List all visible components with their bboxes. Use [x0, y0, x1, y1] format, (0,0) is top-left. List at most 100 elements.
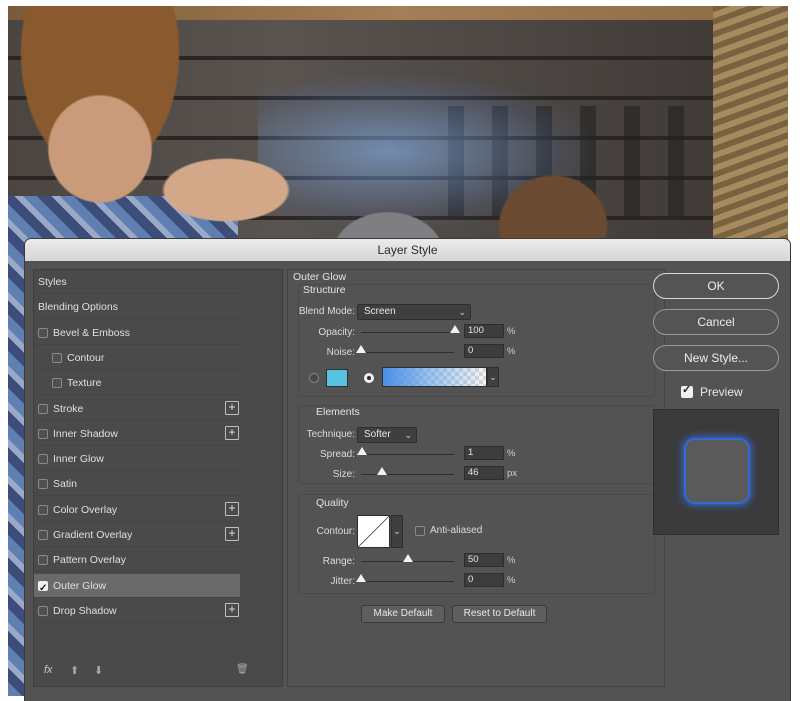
opacity-unit: % [507, 326, 516, 337]
contour-preview[interactable] [357, 515, 390, 548]
fx-icon[interactable]: fx [44, 664, 53, 676]
range-input[interactable]: 50 [464, 553, 504, 567]
styles-bottom-bar: fx ⬆ ⬇ 🗑 [34, 658, 282, 686]
gradient-radio[interactable] [364, 373, 374, 383]
chevron-down-icon[interactable]: ⌄ [391, 515, 403, 548]
preview-label: Preview [700, 385, 743, 399]
glow-color-swatch[interactable] [326, 369, 348, 387]
style-row-inner-glow[interactable]: Inner Glow [34, 447, 240, 472]
move-up-icon[interactable]: ⬆ [70, 664, 79, 677]
spread-slider-track[interactable] [361, 454, 454, 455]
spread-slider-thumb[interactable] [357, 447, 367, 455]
opacity-input[interactable]: 100 [464, 324, 504, 338]
dialog-title: Layer Style [25, 239, 790, 261]
solid-color-radio[interactable] [309, 373, 319, 383]
boy-hand [118, 136, 298, 226]
style-row-label: Inner Shadow [53, 427, 118, 440]
checkbox[interactable] [38, 555, 48, 566]
anti-aliased-checkbox[interactable] [415, 526, 425, 536]
style-row-satin[interactable]: Satin [34, 472, 240, 497]
preview-swatch [686, 440, 748, 502]
make-default-button[interactable]: Make Default [361, 605, 445, 623]
style-row-label: Contour [67, 351, 105, 364]
style-row-inner-shadow[interactable]: Inner Shadow + [34, 422, 240, 446]
noise-slider-thumb[interactable] [356, 345, 366, 353]
style-row-outer-glow[interactable]: Outer Glow [34, 573, 240, 601]
noise-slider-track[interactable] [361, 352, 454, 353]
checkbox[interactable] [38, 530, 48, 540]
noise-label: Noise: [326, 347, 355, 358]
checkbox[interactable] [38, 577, 48, 601]
chevron-down-icon: ⌄ [458, 307, 466, 317]
chevron-down-icon: ⌄ [404, 430, 412, 440]
jitter-slider-thumb[interactable] [356, 574, 366, 582]
checkbox[interactable] [38, 479, 48, 490]
trash-icon[interactable]: 🗑 [236, 664, 249, 675]
checkbox[interactable] [38, 327, 48, 338]
range-label: Range: [322, 556, 355, 567]
style-preview [653, 409, 779, 535]
add-effect-icon[interactable]: + [225, 602, 239, 617]
checkbox[interactable] [52, 378, 62, 389]
style-row-drop-shadow[interactable]: Drop Shadow + [34, 599, 240, 623]
style-row-label: Gradient Overlay [53, 529, 133, 541]
style-row-label: Texture [67, 377, 102, 390]
add-effect-icon[interactable]: + [225, 501, 239, 516]
add-effect-icon[interactable]: + [225, 400, 239, 415]
move-down-icon[interactable]: ⬇ [94, 664, 103, 677]
checkbox[interactable] [38, 403, 48, 414]
style-row-stroke[interactable]: Stroke + [34, 397, 240, 421]
styles-list: Styles Blending Options Bevel & Emboss Cont… [33, 269, 283, 687]
section-title: Outer Glow [293, 271, 347, 283]
opacity-slider-thumb[interactable] [450, 325, 460, 333]
new-style-button[interactable]: New Style... [653, 345, 779, 371]
style-row-contour[interactable]: Contour [34, 346, 240, 370]
size-slider-track[interactable] [361, 474, 454, 475]
outer-glow-panel: Outer Glow Structure Blend Mode: Screen … [287, 269, 665, 687]
range-slider-thumb[interactable] [403, 554, 413, 562]
blend-mode-select[interactable]: Screen ⌄ [357, 304, 471, 320]
spread-input[interactable]: 1 [464, 446, 504, 460]
checkbox[interactable] [52, 352, 62, 363]
checkbox[interactable] [38, 454, 48, 465]
technique-select[interactable]: Softer ⌄ [357, 427, 417, 443]
reset-to-default-button[interactable]: Reset to Default [452, 605, 547, 623]
style-row-label: Color Overlay [53, 503, 118, 516]
style-row-gradient-overlay[interactable]: Gradient Overlay + [34, 523, 240, 547]
structure-title: Structure [303, 284, 346, 296]
checkbox[interactable] [38, 605, 48, 616]
style-row-label: Outer Glow [53, 579, 107, 592]
opacity-slider-track[interactable] [361, 332, 454, 333]
style-row-styles[interactable]: Styles [34, 270, 240, 294]
preview-checkbox[interactable] [681, 383, 693, 398]
jitter-slider-track[interactable] [361, 581, 454, 582]
style-row-pattern-overlay[interactable]: Pattern Overlay [34, 548, 240, 573]
add-effect-icon[interactable]: + [225, 527, 239, 541]
style-row-color-overlay[interactable]: Color Overlay + [34, 498, 240, 522]
noise-input[interactable]: 0 [464, 344, 504, 358]
style-row-label: Bevel & Emboss [53, 326, 131, 339]
quality-title: Quality [316, 497, 349, 509]
style-row-blending-options[interactable]: Blending Options [34, 295, 240, 320]
glow-gradient-picker[interactable] [382, 367, 487, 387]
size-slider-thumb[interactable] [377, 467, 387, 475]
add-effect-icon[interactable]: + [225, 425, 239, 440]
checkbox[interactable] [38, 504, 48, 515]
contour-label: Contour: [316, 526, 355, 537]
style-row-label: Blending Options [38, 301, 118, 314]
range-unit: % [507, 555, 516, 566]
style-row-texture[interactable]: Texture [34, 371, 240, 396]
ok-button[interactable]: OK [653, 273, 779, 299]
chevron-down-icon[interactable]: ⌄ [487, 367, 499, 387]
elements-title: Elements [316, 406, 360, 418]
size-input[interactable]: 46 [464, 466, 504, 480]
style-row-bevel-emboss[interactable]: Bevel & Emboss [34, 321, 240, 345]
cancel-button[interactable]: Cancel [653, 309, 779, 335]
anti-aliased-label: Anti-aliased [430, 525, 483, 536]
blend-mode-label: Blend Mode: [298, 306, 355, 317]
jitter-input[interactable]: 0 [464, 573, 504, 587]
checkbox[interactable] [38, 428, 48, 439]
blend-mode-value: Screen [364, 306, 396, 317]
opacity-label: Opacity: [318, 327, 355, 338]
jitter-unit: % [507, 575, 516, 586]
